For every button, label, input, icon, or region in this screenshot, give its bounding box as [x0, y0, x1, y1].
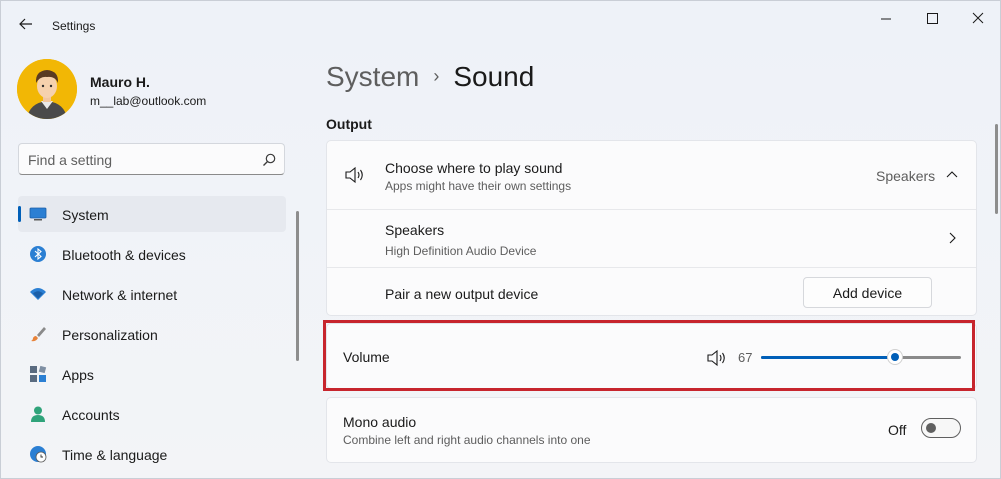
active-indicator — [18, 206, 21, 222]
mono-toggle-state: Off — [888, 422, 907, 438]
bluetooth-icon — [30, 246, 46, 262]
close-button[interactable] — [963, 9, 993, 29]
apps-icon — [30, 365, 47, 382]
system-icon — [29, 207, 47, 221]
main-scrollbar[interactable] — [995, 124, 998, 214]
maximize-icon — [927, 13, 938, 24]
choose-output-row[interactable]: Choose where to play sound Apps might ha… — [327, 141, 976, 209]
toggle-knob — [926, 423, 936, 433]
breadcrumb: System › Sound — [326, 61, 534, 93]
sidebar-item-personalization[interactable]: Personalization — [18, 316, 286, 352]
output-card: Choose where to play sound Apps might ha… — [326, 140, 977, 316]
minimize-icon — [881, 18, 891, 20]
sidebar-item-accounts[interactable]: Accounts — [18, 396, 286, 432]
speakers-subtitle: High Definition Audio Device — [385, 244, 537, 258]
sidebar-item-label: Apps — [62, 367, 94, 383]
mono-audio-subtitle: Combine left and right audio channels in… — [343, 433, 591, 447]
user-email: m__lab@outlook.com — [90, 94, 207, 108]
chevron-up-icon[interactable] — [945, 168, 959, 182]
user-name: Mauro H. — [90, 74, 150, 90]
app-title: Settings — [52, 19, 96, 33]
sidebar-item-label: Personalization — [62, 327, 158, 343]
close-icon — [972, 12, 984, 24]
title-bar: Settings — [1, 1, 1000, 47]
settings-window: Settings Mauro H. m__lab@outlook.com Fin… — [0, 0, 1001, 479]
sidebar-item-label: Time & language — [62, 447, 168, 463]
sidebar-item-apps[interactable]: Apps — [18, 356, 286, 392]
choose-output-subtitle: Apps might have their own settings — [385, 179, 572, 193]
breadcrumb-parent[interactable]: System — [326, 61, 419, 92]
section-title-output: Output — [326, 116, 372, 132]
choose-output-title: Choose where to play sound — [385, 160, 563, 176]
person-icon — [31, 406, 45, 422]
speakers-title: Speakers — [385, 222, 445, 238]
output-device-value: Speakers — [876, 168, 936, 184]
search-icon[interactable] — [261, 152, 277, 168]
avatar — [17, 59, 77, 119]
search-box[interactable] — [18, 143, 285, 175]
avatar-image — [17, 59, 77, 119]
sidebar-item-label: Network & internet — [62, 287, 178, 303]
chevron-right-icon[interactable] — [945, 231, 959, 245]
minimize-button[interactable] — [871, 9, 901, 29]
sidebar-item-label: Accounts — [62, 407, 120, 423]
mono-audio-card: Mono audio Combine left and right audio … — [326, 397, 977, 463]
breadcrumb-separator: › — [433, 66, 440, 86]
sidebar-item-label: System — [62, 207, 109, 223]
sidebar-item-system[interactable]: System — [18, 196, 286, 232]
wifi-icon — [30, 288, 46, 300]
maximize-button[interactable] — [917, 9, 947, 29]
sidebar-item-time-language[interactable]: Time & language — [18, 436, 286, 472]
sidebar-nav: System Bluetooth & devices Network & int… — [18, 196, 286, 476]
volume-highlight-box — [323, 320, 975, 391]
back-button[interactable] — [17, 15, 35, 33]
sidebar-item-bluetooth[interactable]: Bluetooth & devices — [18, 236, 286, 272]
add-device-button[interactable]: Add device — [803, 277, 932, 308]
speaker-icon — [345, 166, 363, 184]
page-title: Sound — [453, 61, 535, 92]
sidebar-scrollbar[interactable] — [296, 211, 299, 361]
brush-icon — [31, 327, 46, 342]
mono-audio-title: Mono audio — [343, 414, 417, 430]
back-arrow-icon — [19, 18, 32, 30]
sidebar-item-network[interactable]: Network & internet — [18, 276, 286, 312]
pair-device-title: Pair a new output device — [385, 286, 539, 302]
speakers-row[interactable]: Speakers High Definition Audio Device — [327, 210, 976, 267]
mono-audio-toggle[interactable] — [921, 418, 961, 438]
sidebar-item-label: Bluetooth & devices — [62, 247, 186, 263]
search-input[interactable] — [28, 150, 248, 170]
clock-globe-icon — [30, 446, 47, 463]
